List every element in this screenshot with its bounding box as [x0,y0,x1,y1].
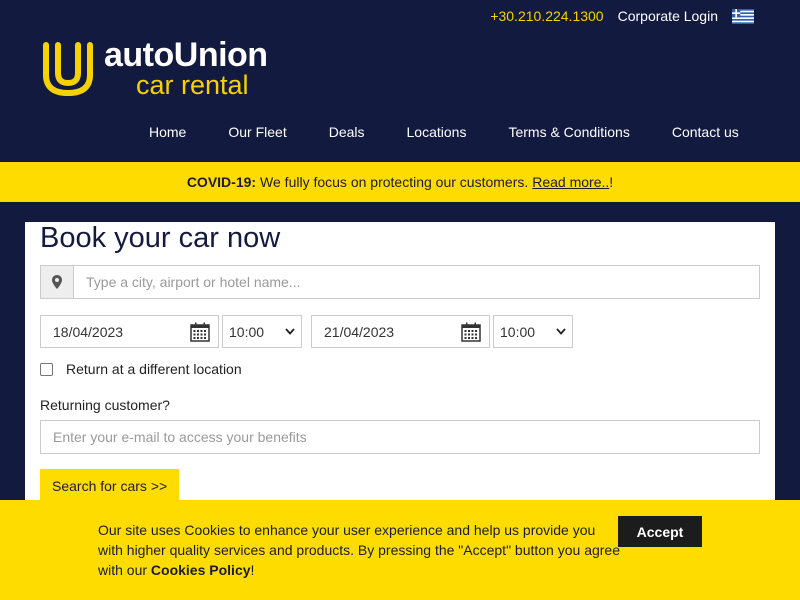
covid-text: We fully focus on protecting our custome… [260,174,529,190]
logo-u-icon [43,41,93,96]
email-field[interactable] [40,420,760,454]
accept-button[interactable]: Accept [618,516,702,547]
nav-terms[interactable]: Terms & Conditions [487,122,650,142]
location-search [40,265,760,299]
read-more-link[interactable]: Read more.. [532,174,609,190]
chevron-down-icon [285,328,295,335]
pickup-time-select[interactable]: 10:00 [222,315,302,348]
return-date-field[interactable]: 21/04/2023 [311,315,490,348]
logo-brand-text: autoUnion [104,36,268,74]
greek-flag-icon[interactable] [732,8,754,24]
return-different-checkbox[interactable] [40,362,53,376]
search-cars-button[interactable]: Search for cars >> [40,469,180,503]
pickup-date-value: 18/04/2023 [53,323,124,340]
site-header: +30.210.224.1300 Corporate Login autoUni… [0,0,800,162]
cookies-policy-link[interactable]: Cookies Policy [151,562,251,578]
autounion-logo[interactable]: autoUnion car rental [42,38,268,99]
covid-suffix: ! [609,174,614,190]
nav-contact[interactable]: Contact us [651,122,760,142]
pickup-date-field[interactable]: 18/04/2023 [40,315,219,348]
chevron-down-icon [556,328,566,335]
covid-banner: COVID-19: We fully focus on protecting o… [0,162,800,202]
cookie-bar: Our site uses Cookies to enhance your us… [0,500,800,600]
nav-home[interactable]: Home [128,122,207,142]
main-nav: Home Our Fleet Deals Locations Terms & C… [128,122,760,142]
covid-label: COVID-19: [186,174,257,190]
location-input[interactable] [74,265,760,299]
booking-panel: Book your car now 18/04/2023 [25,222,775,522]
calendar-icon[interactable] [461,322,481,342]
top-bar: +30.210.224.1300 Corporate Login [490,8,754,24]
pickup-time-value: 10:00 [229,323,265,340]
nav-locations[interactable]: Locations [386,122,488,142]
page-title: Book your car now [40,222,281,254]
nav-deals[interactable]: Deals [308,122,386,142]
map-marker-icon [40,265,74,299]
logo-sub-text: car rental [136,70,249,100]
phone-link[interactable]: +30.210.224.1300 [490,8,603,24]
return-time-value: 10:00 [500,323,536,340]
return-date-value: 21/04/2023 [324,323,395,340]
cookie-suffix: ! [250,562,255,578]
cookie-text: Our site uses Cookies to enhance your us… [98,520,623,580]
date-time-row: 18/04/2023 10:00 21/04/2023 10:00 [40,315,573,348]
corporate-login-link[interactable]: Corporate Login [618,8,718,24]
returning-customer-label: Returning customer? [40,397,170,413]
return-time-select[interactable]: 10:00 [493,315,573,348]
nav-our-fleet[interactable]: Our Fleet [207,122,307,142]
return-different-label: Return at a different location [66,361,242,377]
return-different-location: Return at a different location [40,361,242,377]
calendar-icon[interactable] [190,322,210,342]
